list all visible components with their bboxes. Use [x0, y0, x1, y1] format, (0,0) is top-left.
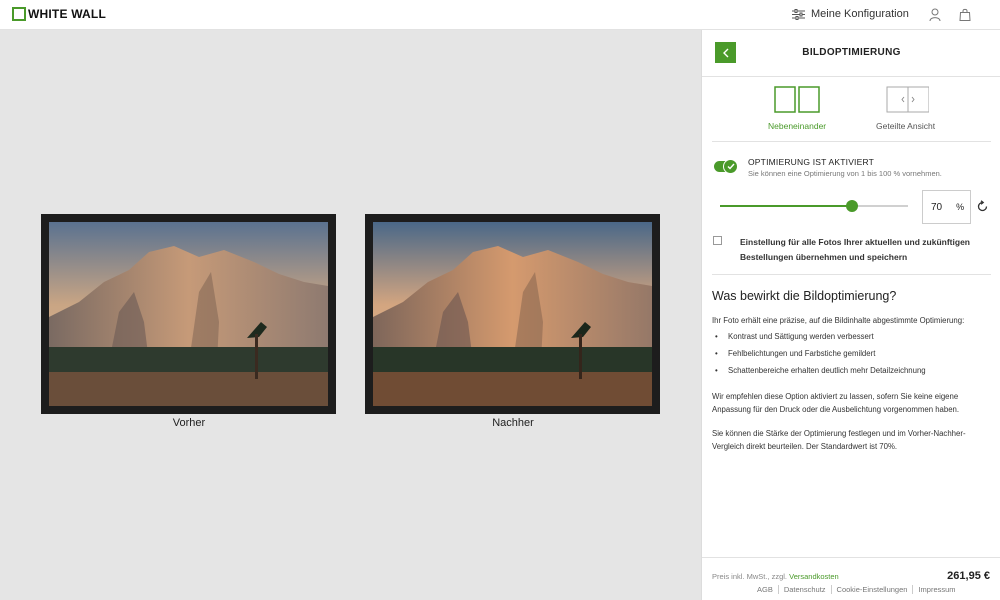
- slider-fill: [720, 205, 852, 207]
- optimization-value-input[interactable]: 70 %: [922, 190, 971, 224]
- user-icon[interactable]: [929, 8, 941, 21]
- list-item: Kontrast und Sättigung werden verbessert: [712, 331, 992, 344]
- slider-thumb[interactable]: [845, 200, 858, 212]
- reset-icon[interactable]: [976, 200, 989, 213]
- info-strength: Sie können die Stärke der Optimierung fe…: [712, 429, 966, 451]
- toggle-knob: [723, 159, 738, 174]
- view-split-label: Geteilte Ansicht: [876, 121, 936, 131]
- save-for-all-label[interactable]: Einstellung für alle Fotos Ihrer aktuell…: [740, 235, 992, 264]
- info-bullets: Kontrast und Sättigung werden verbessert…: [712, 331, 992, 378]
- info-recommendation: Wir empfehlen diese Option aktiviert zu …: [712, 392, 960, 414]
- view-side-by-side[interactable]: Nebeneinander: [768, 86, 826, 131]
- optimization-panel: BILDOPTIMIERUNG Nebeneinander Geteilte A…: [701, 30, 1000, 600]
- my-configuration-label: Meine Konfiguration: [811, 8, 909, 20]
- info-intro: Ihr Foto erhält eine präzise, auf die Bi…: [712, 316, 965, 325]
- optimization-unit: %: [956, 202, 965, 212]
- bag-icon[interactable]: [959, 8, 971, 21]
- before-caption: Vorher: [172, 417, 206, 429]
- side-by-side-icon: [774, 86, 820, 113]
- list-item: Fehlbelichtungen und Farbstiche gemilder…: [712, 348, 992, 361]
- save-for-all-checkbox[interactable]: [713, 236, 722, 245]
- before-frame: [41, 214, 336, 414]
- link-cookie-settings[interactable]: Cookie-Einstellungen: [832, 585, 914, 594]
- split-view-icon: [886, 86, 930, 113]
- before-photo: [49, 222, 328, 406]
- divider: [702, 76, 1000, 77]
- price-note-text: Preis inkl. MwSt., zzgl.: [712, 572, 788, 581]
- after-frame: [365, 214, 660, 414]
- price-note: Preis inkl. MwSt., zzgl. Versandkosten: [712, 572, 839, 581]
- after-caption: Nachher: [492, 417, 534, 429]
- after-photo: [373, 222, 652, 406]
- optimization-slider[interactable]: [720, 200, 908, 212]
- list-item: Schattenbereiche erhalten deutlich mehr …: [712, 365, 992, 378]
- link-privacy[interactable]: Datenschutz: [779, 585, 832, 594]
- divider: [712, 274, 991, 275]
- info-text: Ihr Foto erhält eine präzise, auf die Bi…: [712, 315, 992, 465]
- shipping-link[interactable]: Versandkosten: [789, 572, 839, 581]
- total-price: 261,95 €: [947, 570, 990, 582]
- view-split[interactable]: Geteilte Ansicht: [876, 86, 935, 131]
- my-configuration-button[interactable]: Meine Konfiguration: [792, 8, 909, 20]
- view-side-by-side-label: Nebeneinander: [768, 121, 827, 131]
- divider: [712, 141, 991, 142]
- optimization-hint: Sie können eine Optimierung von 1 bis 10…: [748, 169, 942, 178]
- logo[interactable]: WHITE WALL: [12, 7, 106, 21]
- link-imprint[interactable]: Impressum: [913, 585, 960, 594]
- link-agb[interactable]: AGB: [752, 585, 779, 594]
- info-title: Was bewirkt die Bildoptimierung?: [712, 289, 897, 303]
- logo-mark: [12, 7, 26, 21]
- top-header: WHITE WALL Meine Konfiguration: [0, 0, 1000, 30]
- logo-text: WHITE WALL: [28, 7, 106, 21]
- panel-title: BILDOPTIMIERUNG: [802, 47, 901, 58]
- footer-links: AGB Datenschutz Cookie-Einstellungen Imp…: [752, 585, 961, 594]
- checkmark-icon: [727, 163, 735, 170]
- sliders-icon: [792, 8, 805, 20]
- optimization-value: 70: [931, 201, 943, 213]
- optimization-toggle[interactable]: [714, 159, 738, 174]
- preview-canvas: Vorher Nachher: [0, 30, 701, 600]
- optimization-status: OPTIMIERUNG IST AKTIVIERT: [748, 157, 875, 167]
- footer-divider: [702, 557, 1000, 558]
